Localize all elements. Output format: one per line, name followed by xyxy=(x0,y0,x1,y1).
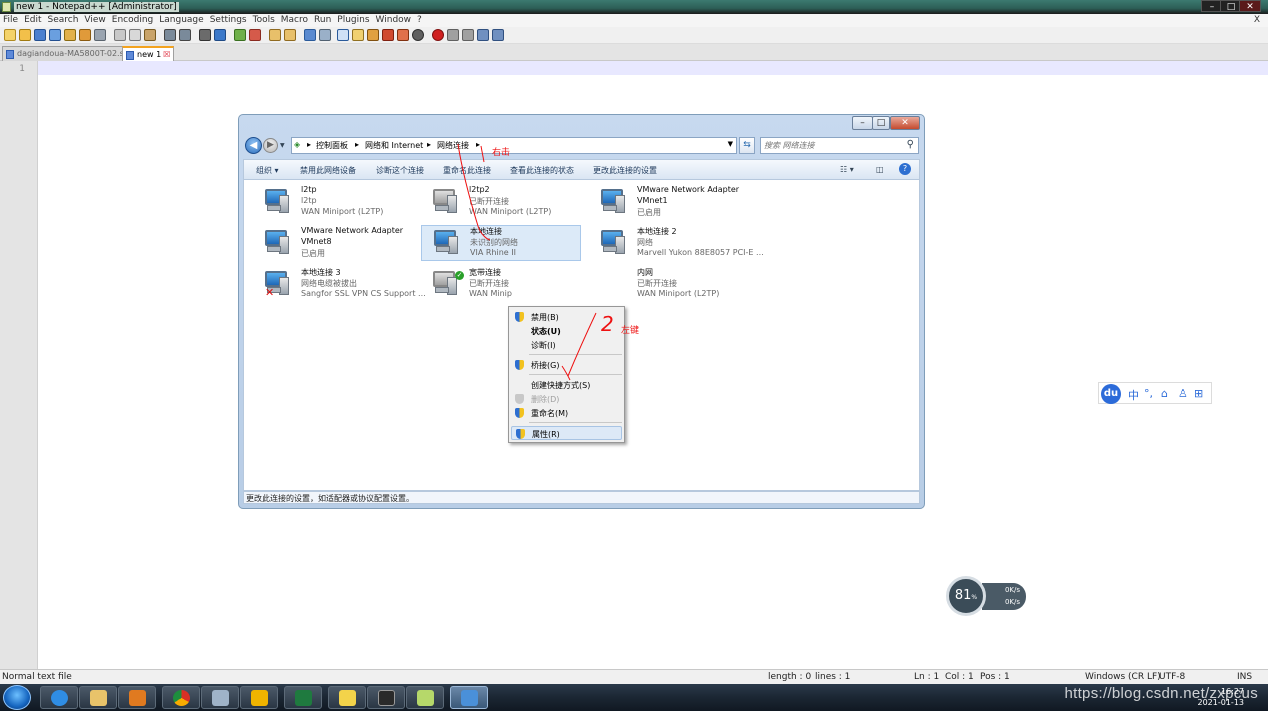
taskbar-file-explorer[interactable] xyxy=(79,686,117,709)
memory-percent-unit: % xyxy=(971,594,978,601)
punctuation-icon[interactable]: °, xyxy=(1144,387,1153,400)
app-icon xyxy=(251,690,268,706)
taskbar-media-player[interactable] xyxy=(118,686,156,709)
right-click-arrow xyxy=(457,143,491,241)
upload-rate: 0K/s xyxy=(1004,586,1020,594)
remote-desktop-icon xyxy=(212,690,229,706)
csdn-watermark: https://blog.csdn.net/zxpcus xyxy=(1064,685,1258,702)
step-number-annotation: 2 xyxy=(601,312,614,336)
cursor-position: Pos : 1 xyxy=(980,672,1010,682)
insert-mode: INS xyxy=(1237,672,1253,682)
taskbar-network-connections[interactable] xyxy=(450,686,488,709)
length-count: length : 0 xyxy=(768,672,812,682)
file-type: Normal text file xyxy=(2,672,72,682)
network-icon xyxy=(461,690,478,706)
media-player-icon xyxy=(129,690,146,706)
user-icon[interactable]: ♙ xyxy=(1178,387,1188,400)
terminal-icon xyxy=(378,690,395,706)
taskbar-internet-explorer[interactable] xyxy=(40,686,78,709)
grid-menu-icon[interactable]: ⊞ xyxy=(1194,387,1203,400)
start-button[interactable] xyxy=(3,685,31,710)
folder-icon xyxy=(90,690,107,706)
ime-toolbar: du 中 °, ⌂ ♙ ⊞ xyxy=(1098,382,1212,404)
taskbar-excel[interactable] xyxy=(284,686,322,709)
cursor-column: Col : 1 xyxy=(945,672,974,682)
eol-format: Windows (CR LF) xyxy=(1085,672,1161,682)
excel-icon xyxy=(295,690,312,706)
status-bar: Normal text file length : 0 lines : 1 Ln… xyxy=(0,669,1268,684)
memory-percent: 81 xyxy=(954,588,972,603)
download-rate: 0K/s xyxy=(1004,598,1020,606)
baidu-logo-icon[interactable]: du xyxy=(1101,384,1121,404)
help-app-icon xyxy=(339,690,356,706)
network-speed-widget[interactable]: 0K/s 0K/s 81% xyxy=(946,576,1026,616)
annotation-strokes xyxy=(457,143,597,381)
speed-panel: 0K/s 0K/s xyxy=(982,583,1026,610)
memory-usage-ring: 81% xyxy=(946,576,986,616)
taskbar-app-yellow[interactable] xyxy=(240,686,278,709)
ime-language-toggle[interactable]: 中 xyxy=(1128,387,1139,403)
cursor-line: Ln : 1 xyxy=(914,672,940,682)
right-click-tick xyxy=(480,145,485,163)
toolbox-icon[interactable]: ⌂ xyxy=(1161,387,1168,400)
internet-explorer-icon xyxy=(51,690,68,706)
taskbar-chrome[interactable] xyxy=(162,686,200,709)
notepad-plus-plus-icon xyxy=(417,690,434,706)
left-click-checkmark xyxy=(561,312,597,381)
taskbar-notepad-plus-plus[interactable] xyxy=(406,686,444,709)
chrome-icon xyxy=(173,690,190,706)
taskbar-remote-desktop[interactable] xyxy=(201,686,239,709)
left-click-annotation: 左键 xyxy=(621,326,640,336)
right-click-annotation: 右击 xyxy=(492,148,511,158)
encoding: UTF-8 xyxy=(1159,672,1186,682)
taskbar-terminal[interactable] xyxy=(367,686,405,709)
lines-count: lines : 1 xyxy=(815,672,851,682)
taskbar-help[interactable] xyxy=(328,686,366,709)
